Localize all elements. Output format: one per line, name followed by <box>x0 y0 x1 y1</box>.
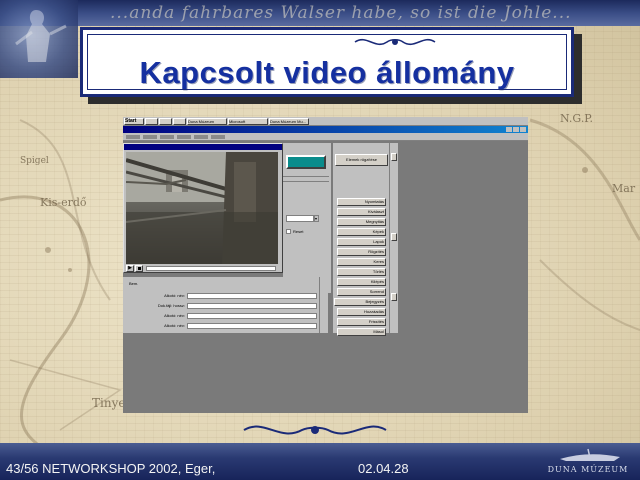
divider <box>283 176 329 177</box>
action-button[interactable]: Nyomtatás <box>337 198 386 206</box>
menu-item[interactable] <box>177 135 191 139</box>
field-label: Alkotó: név: <box>164 313 185 318</box>
minimize-icon[interactable] <box>506 127 512 132</box>
button-column: Elemek rögzítése Nyomtatás Kiválaszt Meg… <box>333 143 390 336</box>
action-button[interactable]: Kilépés <box>337 278 386 286</box>
video-player-window: ▶ <box>123 143 283 273</box>
boat-logo-icon <box>560 448 620 461</box>
form-input[interactable] <box>187 313 317 319</box>
action-button[interactable]: Megnyitás <box>337 218 386 226</box>
footer-date: 02.04.28 <box>358 461 409 476</box>
button-panel-header[interactable]: Elemek rögzítése <box>335 154 388 166</box>
reset-checkbox-label: Reset <box>293 229 304 234</box>
menu-item[interactable] <box>126 135 140 139</box>
title-box: Kapcsolt video állomány <box>80 27 574 97</box>
app-titlebar <box>123 126 528 133</box>
app-screenshot: Start Duna Múzeum Microsoft Duna Múzeum … <box>123 117 528 413</box>
app-menubar <box>123 133 528 141</box>
form-area: Bem. Alkotó: név: Dok.fájl: hossz: Alkot… <box>123 277 328 333</box>
header-emblem <box>0 0 78 78</box>
action-button[interactable]: Bejegyzés <box>334 298 386 306</box>
reset-checkbox[interactable] <box>286 229 291 234</box>
taskbar-task[interactable]: Duna Múzeum <box>187 117 227 125</box>
action-button[interactable]: Frissítés <box>337 318 386 326</box>
action-button[interactable]: Rögzítés <box>337 248 386 256</box>
action-button[interactable]: Törlés <box>337 268 386 276</box>
footer-ornament-icon <box>243 425 387 435</box>
quicklaunch-icon[interactable] <box>173 117 186 125</box>
duna-muzeum-logo: DUNA MÚZEUM <box>540 447 636 477</box>
taskbar-task[interactable]: Microsoft <box>228 117 268 125</box>
slide-title: Kapcsolt video állomány <box>139 55 515 90</box>
field-label: Alkotó: név: <box>164 293 185 298</box>
map-label: N.G.P. <box>560 112 593 125</box>
form-input[interactable] <box>187 323 317 329</box>
map-label: Tinye <box>92 396 126 410</box>
map-label: Mar <box>612 182 636 195</box>
form-scrollbar[interactable] <box>319 277 328 333</box>
action-button[interactable]: Kiválaszt <box>337 208 386 216</box>
taskbar: Start Duna Múzeum Microsoft Duna Múzeum … <box>123 117 528 126</box>
taskbar-task[interactable]: Duna Múzeum Mu... <box>269 117 309 125</box>
close-icon[interactable] <box>520 127 526 132</box>
map-label: Spigel <box>20 156 49 166</box>
menu-item[interactable] <box>143 135 157 139</box>
statue-icon <box>15 10 67 62</box>
footer-slide-info: 43/56 NETWORKSHOP 2002, Eger, <box>6 461 216 476</box>
action-button[interactable]: Lapok <box>337 238 386 246</box>
title-ornament-icon <box>354 38 436 46</box>
menu-item[interactable] <box>211 135 225 139</box>
logo-text: DUNA MÚZEUM <box>547 465 629 474</box>
dropdown-field[interactable] <box>286 215 314 222</box>
player-controls: ▶ <box>126 265 280 272</box>
maximize-icon[interactable] <box>513 127 519 132</box>
play-button[interactable]: ▶ <box>126 265 134 272</box>
action-button[interactable]: Másol <box>337 328 386 336</box>
seek-bar[interactable] <box>146 266 276 271</box>
quicklaunch-icon[interactable] <box>159 117 172 125</box>
header-band: ...anda fahrbares Walser habe, so ist di… <box>0 0 640 26</box>
action-button[interactable]: Képek <box>337 228 386 236</box>
scroll-thumb[interactable] <box>391 293 397 301</box>
chevron-down-icon[interactable]: ▾ <box>314 215 319 222</box>
scroll-thumb[interactable] <box>391 233 397 241</box>
video-frame[interactable] <box>126 152 278 264</box>
chain-bridge-image <box>126 152 278 264</box>
quicklaunch-icon[interactable] <box>145 117 158 125</box>
form-input[interactable] <box>187 303 317 309</box>
start-button[interactable]: Start <box>124 117 144 125</box>
scroll-thumb[interactable] <box>391 153 397 161</box>
action-button[interactable]: Keres <box>337 258 386 266</box>
field-label: Alkotó: név: <box>164 323 185 328</box>
divider <box>283 181 329 182</box>
form-input[interactable] <box>187 293 317 299</box>
field-label: Dok.fájl: hossz: <box>157 303 185 308</box>
form-label: Bem. <box>129 281 139 286</box>
teal-field[interactable] <box>286 155 326 169</box>
button-panel-scrollbar[interactable] <box>389 143 398 333</box>
action-button[interactable]: Hozzáadás <box>337 308 386 316</box>
stop-button[interactable] <box>135 265 143 272</box>
middle-panel: ▾ Reset 1:10 <box>283 143 331 293</box>
menu-item[interactable] <box>160 135 174 139</box>
map-label: Kis-erdő <box>40 196 87 209</box>
action-button[interactable]: Sorrend <box>337 288 386 296</box>
menu-item[interactable] <box>194 135 208 139</box>
player-titlebar <box>124 144 282 150</box>
header-script-text: ...anda fahrbares Walser habe, so ist di… <box>110 3 572 23</box>
